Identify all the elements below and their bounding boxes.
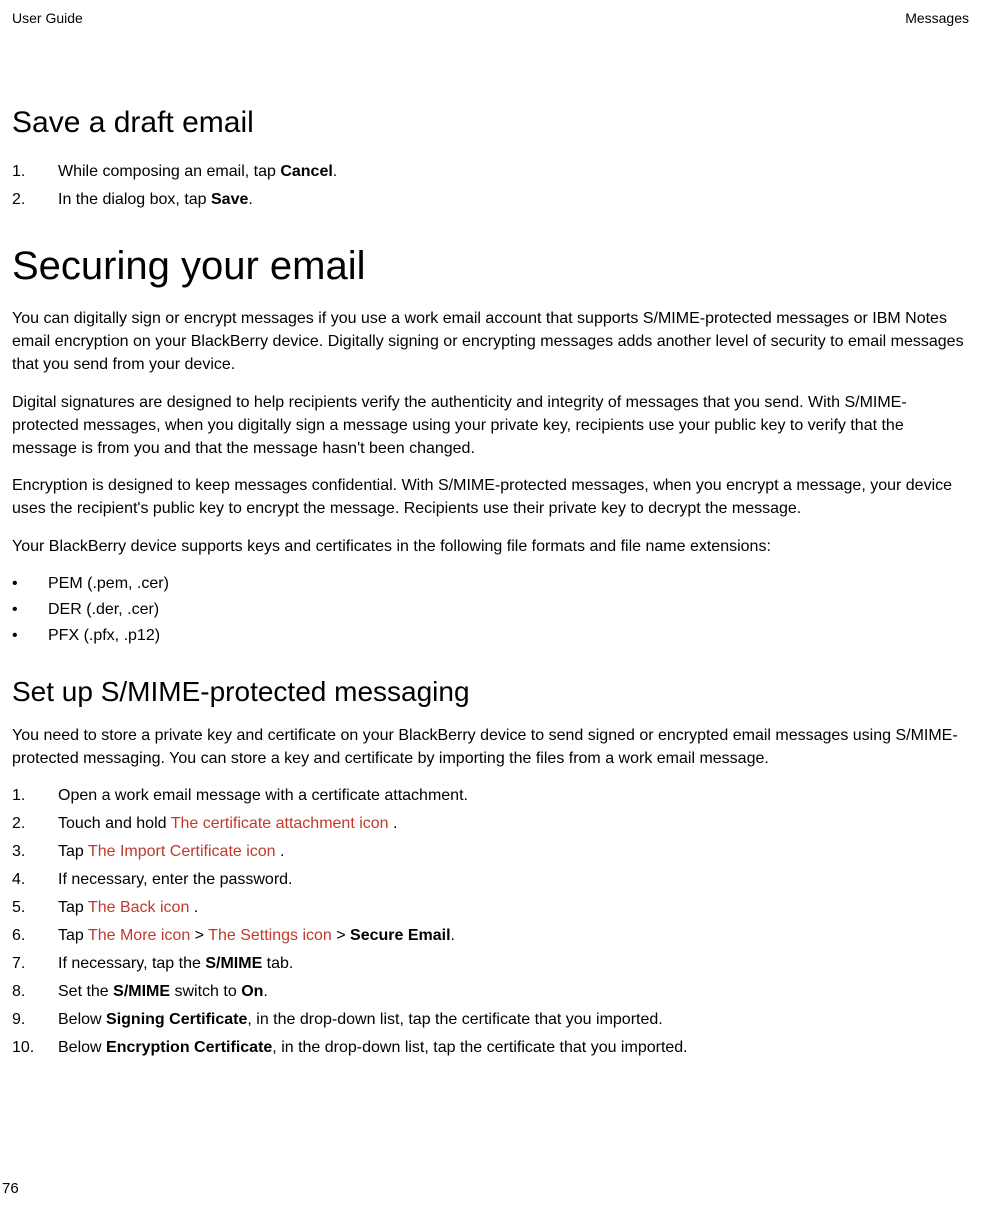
back-icon: The Back icon — [88, 899, 189, 916]
list-item: Tap The Import Certificate icon . — [12, 840, 969, 864]
page-number: 76 — [2, 1180, 19, 1197]
settings-icon: The Settings icon — [208, 927, 332, 944]
paragraph: Your BlackBerry device supports keys and… — [12, 535, 969, 558]
list-item: In the dialog box, tap Save. — [12, 188, 969, 212]
page-header: User Guide Messages — [12, 10, 969, 26]
section-title-save-draft: Save a draft email — [12, 106, 969, 140]
paragraph: Encryption is designed to keep messages … — [12, 474, 969, 520]
header-left: User Guide — [12, 10, 83, 26]
list-item: DER (.der, .cer) — [12, 598, 969, 622]
list-item: While composing an email, tap Cancel. — [12, 160, 969, 184]
list-item: Tap The More icon > The Settings icon > … — [12, 924, 969, 948]
more-icon: The More icon — [88, 927, 190, 944]
section-title-setup-smime: Set up S/MIME-protected messaging — [12, 676, 969, 708]
list-item: Below Signing Certificate, in the drop-d… — [12, 1008, 969, 1032]
formats-list: PEM (.pem, .cer) DER (.der, .cer) PFX (.… — [12, 572, 969, 648]
smime-steps: Open a work email message with a certifi… — [12, 784, 969, 1060]
import-certificate-icon: The Import Certificate icon — [88, 843, 276, 860]
save-draft-steps: While composing an email, tap Cancel. In… — [12, 160, 969, 212]
paragraph: You can digitally sign or encrypt messag… — [12, 307, 969, 377]
paragraph: You need to store a private key and cert… — [12, 724, 969, 770]
list-item: Tap The Back icon . — [12, 896, 969, 920]
list-item: Set the S/MIME switch to On. — [12, 980, 969, 1004]
list-item: PEM (.pem, .cer) — [12, 572, 969, 596]
list-item: Below Encryption Certificate, in the dro… — [12, 1036, 969, 1060]
list-item: Touch and hold The certificate attachmen… — [12, 812, 969, 836]
list-item: Open a work email message with a certifi… — [12, 784, 969, 808]
certificate-attachment-icon: The certificate attachment icon — [171, 815, 389, 832]
list-item: PFX (.pfx, .p12) — [12, 624, 969, 648]
paragraph: Digital signatures are designed to help … — [12, 391, 969, 461]
list-item: If necessary, enter the password. — [12, 868, 969, 892]
list-item: If necessary, tap the S/MIME tab. — [12, 952, 969, 976]
section-title-securing-email: Securing your email — [12, 244, 969, 289]
header-right: Messages — [905, 10, 969, 26]
